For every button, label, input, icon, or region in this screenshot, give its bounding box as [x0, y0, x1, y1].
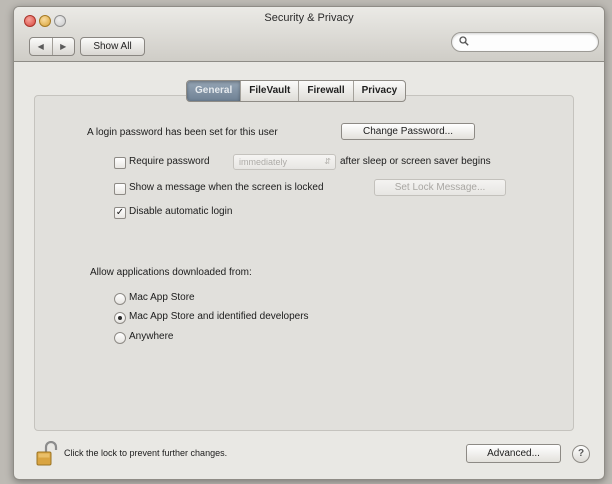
show-message-checkbox[interactable]: [114, 183, 126, 195]
radio-mac-app-store[interactable]: [114, 293, 126, 305]
help-button[interactable]: ?: [572, 445, 590, 463]
content-pane: [34, 95, 574, 431]
require-password-popup[interactable]: immediately ⇵: [233, 154, 336, 170]
window-title: Security & Privacy: [264, 12, 354, 24]
advanced-button[interactable]: Advanced...: [466, 444, 561, 463]
tab-privacy[interactable]: Privacy: [354, 81, 406, 101]
radio-identified-developers[interactable]: [114, 312, 126, 324]
disable-autologin-label: Disable automatic login: [129, 206, 233, 217]
lock-status-text: Click the lock to prevent further change…: [64, 448, 228, 458]
radio-identified-developers-label: Mac App Store and identified developers: [129, 311, 309, 322]
radio-anywhere-label: Anywhere: [129, 331, 174, 342]
change-password-button[interactable]: Change Password...: [341, 123, 475, 140]
search-icon: [459, 36, 469, 49]
disable-autologin-checkbox[interactable]: ✓: [114, 207, 126, 219]
require-password-suffix: after sleep or screen saver begins: [340, 156, 491, 167]
show-message-label: Show a message when the screen is locked: [129, 182, 324, 193]
tab-bar: General FileVault Firewall Privacy: [186, 80, 407, 102]
tab-general[interactable]: General: [187, 81, 242, 101]
radio-anywhere[interactable]: [114, 332, 126, 344]
preferences-window: Security & Privacy ◀ ▶ Show All General …: [13, 6, 605, 480]
popup-arrows-icon: ⇵: [324, 157, 331, 166]
radio-selected-dot: [118, 316, 122, 320]
navigation-control: ◀ ▶: [29, 37, 75, 56]
back-arrow-icon[interactable]: ◀: [30, 38, 53, 55]
toolbar: Security & Privacy ◀ ▶ Show All: [14, 7, 604, 62]
search-input[interactable]: [472, 34, 594, 50]
login-password-text: A login password has been set for this u…: [87, 127, 278, 138]
search-field[interactable]: [451, 32, 599, 52]
tab-firewall[interactable]: Firewall: [299, 81, 354, 101]
require-password-popup-value: immediately: [239, 157, 288, 167]
tab-filevault[interactable]: FileVault: [241, 81, 300, 101]
set-lock-message-button[interactable]: Set Lock Message...: [374, 179, 506, 196]
radio-mac-app-store-label: Mac App Store: [129, 292, 195, 303]
require-password-checkbox[interactable]: [114, 157, 126, 169]
allow-downloads-heading: Allow applications downloaded from:: [90, 267, 252, 278]
forward-arrow-icon[interactable]: ▶: [53, 38, 75, 55]
lock-icon[interactable]: [36, 440, 58, 467]
require-password-label: Require password: [129, 156, 210, 167]
checkmark-icon: ✓: [115, 207, 125, 218]
show-all-button[interactable]: Show All: [80, 37, 145, 56]
